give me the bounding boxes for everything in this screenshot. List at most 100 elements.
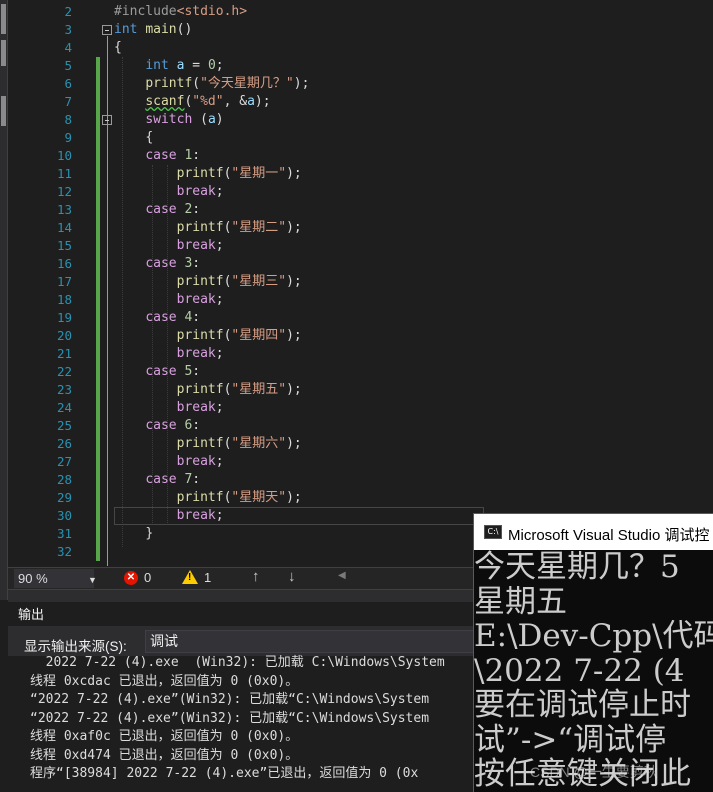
debug-console-window[interactable]: C:\ Microsoft Visual Studio 调试控 今天星期几？5 星… [473, 513, 713, 792]
line-number: 22 [56, 364, 72, 379]
code-line[interactable]: printf("星期天"); [114, 489, 309, 507]
line-number: 29 [56, 490, 72, 505]
code-token: ); [286, 166, 302, 181]
code-line[interactable]: printf("星期五"); [114, 381, 309, 399]
code-token: 0 [207, 58, 216, 73]
code-token: : [192, 472, 201, 487]
output-source-select[interactable]: 调试 [145, 630, 485, 653]
code-token: ( [192, 76, 201, 91]
console-title-bar[interactable]: C:\ Microsoft Visual Studio 调试控 [474, 514, 713, 550]
line-number: 3 [64, 22, 72, 37]
code-text[interactable]: #include<stdio.h> int main(){ int a = 0; … [114, 3, 309, 561]
code-line[interactable]: break; [114, 507, 309, 525]
line-number: 32 [56, 544, 72, 559]
line-number: 18 [56, 292, 72, 307]
line-number: 16 [56, 256, 72, 271]
code-line[interactable]: int main() [114, 21, 309, 39]
code-line[interactable]: break; [114, 345, 309, 363]
code-line[interactable]: case 1: [114, 147, 309, 165]
code-line[interactable]: case 4: [114, 309, 309, 327]
code-token: "%d" [192, 94, 224, 109]
collapse-main-icon[interactable] [102, 25, 112, 35]
watermark-text: CSDN @一生要剪秋 [530, 764, 658, 780]
code-line[interactable]: break; [114, 237, 309, 255]
code-token: { [114, 40, 122, 55]
code-token: a [207, 112, 216, 127]
code-line[interactable]: case 7: [114, 471, 309, 489]
next-issue-arrow-icon[interactable]: ↓ [288, 568, 296, 585]
code-line[interactable]: case 6: [114, 417, 309, 435]
code-line[interactable]: int a = 0; [114, 57, 309, 75]
code-line[interactable]: break; [114, 399, 309, 417]
console-output[interactable]: 今天星期几？5 星期五 E:\Dev-Cpp\代码 \2022 7-22 (4 要在调试… [474, 550, 713, 792]
code-token: ; [215, 346, 224, 361]
code-line[interactable]: break; [114, 291, 309, 309]
code-line[interactable]: #include<stdio.h> [114, 3, 309, 21]
code-token: ; [215, 184, 224, 199]
code-token: ) [215, 112, 224, 127]
code-token: printf [145, 76, 193, 91]
code-line[interactable]: switch (a) [114, 111, 309, 129]
code-line[interactable]: case 3: [114, 255, 309, 273]
code-token: switch [145, 112, 193, 127]
code-line[interactable]: printf("星期四"); [114, 327, 309, 345]
code-line[interactable]: } [114, 525, 309, 543]
code-token: case [145, 418, 177, 433]
scroll-left-icon[interactable]: ◀ [338, 570, 346, 581]
code-token: ; [215, 454, 224, 469]
error-count[interactable]: 0 [144, 570, 151, 585]
server-explorer-tab[interactable] [1, 40, 6, 66]
code-token: "星期二" [231, 220, 287, 235]
code-line[interactable]: printf("今天星期几？"); [114, 75, 309, 93]
line-number: 15 [56, 238, 72, 253]
code-line[interactable]: case 5: [114, 363, 309, 381]
code-line[interactable]: break; [114, 183, 309, 201]
code-line[interactable]: printf("星期六"); [114, 435, 309, 453]
error-icon[interactable]: ✕ [124, 571, 138, 585]
line-number: 11 [56, 166, 72, 181]
code-token: ); [254, 94, 271, 109]
code-line[interactable] [114, 543, 309, 561]
code-token: : [192, 202, 201, 217]
output-text[interactable]: 2022 7-22 (4).exe (Win32): 已加载 C:\Window… [30, 654, 445, 784]
code-token: "星期一" [231, 166, 287, 181]
code-line[interactable]: { [114, 129, 309, 147]
console-line: 试”->“调试停 [474, 721, 667, 758]
collapse-switch-icon[interactable] [102, 115, 112, 125]
code-line[interactable]: { [114, 39, 309, 57]
warning-count[interactable]: 1 [204, 570, 211, 585]
code-line[interactable]: printf("星期二"); [114, 219, 309, 237]
code-token: ); [286, 274, 302, 289]
code-line[interactable]: printf("星期三"); [114, 273, 309, 291]
code-token: = [184, 58, 208, 73]
code-line[interactable]: case 2: [114, 201, 309, 219]
toolbox-tab[interactable] [1, 4, 6, 34]
code-token: break [176, 508, 216, 523]
console-title: Microsoft Visual Studio 调试控 [508, 527, 710, 544]
properties-tab[interactable] [1, 96, 6, 126]
line-number: 30 [56, 508, 72, 523]
line-number: 21 [56, 346, 72, 361]
previous-issue-arrow-icon[interactable]: ↑ [252, 568, 260, 585]
zoom-dropdown[interactable]: 90 % ▼ [14, 569, 97, 588]
code-token: printf [176, 436, 224, 451]
code-line[interactable]: break; [114, 453, 309, 471]
code-token: ; [215, 400, 224, 415]
output-line: 程序“[38984] 2022 7-22 (4).exe”已退出，返回值为 0 … [30, 766, 419, 781]
code-token: main [145, 22, 177, 37]
code-editor[interactable]: 2 3 4 5 6 7 8 9 10 11 12 13 14 15 16 17 18 19 20 21 22 23 24 25… [8, 0, 713, 567]
console-app-icon: C:\ [484, 525, 502, 539]
code-line[interactable]: printf("星期一"); [114, 165, 309, 183]
line-number: 8 [64, 112, 72, 127]
code-token: ); [286, 328, 302, 343]
code-token: { [145, 130, 154, 145]
code-token: ); [286, 490, 302, 505]
code-line[interactable]: scanf("%d", &a); [114, 93, 309, 111]
line-number: 27 [56, 454, 72, 469]
console-line: \2022 7-22 (4 [474, 652, 685, 689]
code-token: break [176, 184, 216, 199]
output-line: “2022 7-22 (4).exe”(Win32): 已加载“C:\Windo… [30, 692, 430, 707]
tool-window-strip[interactable] [0, 0, 8, 600]
code-token: ); [286, 220, 302, 235]
warning-icon[interactable]: ! [182, 570, 198, 584]
